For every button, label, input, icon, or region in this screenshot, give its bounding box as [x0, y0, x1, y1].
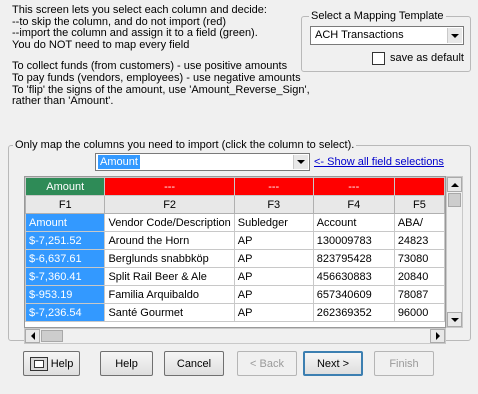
scroll-down-icon[interactable]	[447, 312, 462, 327]
table-cell[interactable]: $-6,637.61	[25, 249, 106, 268]
instruction-line: To pay funds (vendors, employees) - use …	[12, 71, 301, 84]
cancel-button-label: Cancel	[176, 357, 212, 370]
table-cell[interactable]: Santé Gourmet	[104, 303, 235, 322]
vertical-scrollbar[interactable]	[446, 176, 463, 328]
table-cell[interactable]: 20840	[393, 267, 445, 286]
table-row: $-7,236.54 Santé Gourmet AP 262369352 96000	[25, 303, 445, 322]
table-cell[interactable]: $-7,360.41	[25, 267, 106, 286]
save-as-default-label: save as default	[390, 52, 464, 64]
help-icon-button[interactable]: Help	[23, 351, 80, 376]
help-button-label: Help	[115, 357, 138, 370]
table-cell[interactable]: AP	[233, 249, 314, 268]
table-cell[interactable]: 823795428	[312, 249, 395, 268]
column-header[interactable]: F1	[25, 195, 106, 214]
chevron-down-icon[interactable]	[447, 28, 462, 43]
table-row: $-953.19 Familia Arquibaldo AP 657340609 780…	[25, 285, 445, 304]
table-cell[interactable]: Subledger	[233, 213, 314, 232]
instruction-line: rather than 'Amount'.	[12, 95, 114, 108]
table-row: Amount Vendor Code/Description Subledger Ac…	[25, 213, 445, 232]
table-cell[interactable]: Vendor Code/Description	[104, 213, 235, 232]
table-cell[interactable]: 657340609	[312, 285, 395, 304]
table-cell[interactable]: Amount	[25, 213, 106, 232]
help-icon-button-label: Help	[50, 357, 74, 370]
instruction-line: This screen lets you select each column …	[12, 4, 267, 16]
table-cell[interactable]: $-953.19	[25, 285, 106, 304]
cancel-button[interactable]: Cancel	[164, 351, 224, 376]
instruction-line: You do NOT need to map every field	[12, 38, 190, 51]
column-mapping-cell[interactable]: ---	[233, 177, 314, 196]
table-cell[interactable]: AP	[233, 303, 314, 322]
table-cell[interactable]: ABA/	[393, 213, 445, 232]
data-grid[interactable]: Amount --- --- --- F1 F2 F3 F4 F5 Amount Vendor Co…	[24, 176, 446, 328]
table-cell[interactable]: Familia Arquibaldo	[104, 285, 235, 304]
table-cell[interactable]: Berglunds snabbköp	[104, 249, 235, 268]
back-button-label: < Back	[250, 357, 284, 370]
column-header[interactable]: F3	[233, 195, 314, 214]
table-cell[interactable]: AP	[233, 231, 314, 250]
table-cell[interactable]: 456630883	[312, 267, 395, 286]
table-cell[interactable]: 78087	[393, 285, 445, 304]
table-cell[interactable]: AP	[233, 267, 314, 286]
field-select-value: Amount	[98, 155, 140, 169]
scroll-left-icon[interactable]	[25, 329, 40, 343]
table-cell[interactable]: $-7,251.52	[25, 231, 106, 250]
column-header-row: F1 F2 F3 F4 F5	[25, 195, 445, 214]
scroll-up-icon[interactable]	[447, 177, 462, 192]
field-select[interactable]: Amount	[95, 153, 310, 171]
table-cell[interactable]: Around the Horn	[104, 231, 235, 250]
table-cell[interactable]: Split Rail Beer & Ale	[104, 267, 235, 286]
help-button[interactable]: Help	[100, 351, 153, 376]
column-mapping-cell[interactable]: ---	[104, 177, 235, 196]
table-cell[interactable]: Account	[312, 213, 395, 232]
column-mapping-cell[interactable]: Amount	[25, 177, 106, 196]
vertical-scroll-thumb[interactable]	[448, 193, 461, 207]
horizontal-scrollbar[interactable]	[24, 328, 446, 344]
finish-button-label: Finish	[389, 357, 419, 370]
show-all-field-selections-link[interactable]: <- Show all field selections	[314, 156, 444, 168]
table-row: $-6,637.61 Berglunds snabbköp AP 823795428 7…	[25, 249, 445, 268]
table-cell[interactable]: 96000	[393, 303, 445, 322]
table-cell[interactable]: 262369352	[312, 303, 395, 322]
mapping-template-value: ACH Transactions	[315, 29, 404, 41]
table-row: $-7,251.52 Around the Horn AP 130009783 2482…	[25, 231, 445, 250]
instructions: This screen lets you select each column …	[12, 4, 310, 108]
mapping-template-select[interactable]: ACH Transactions	[310, 26, 464, 45]
table-cell[interactable]: $-7,236.54	[25, 303, 106, 322]
save-as-default-checkbox[interactable]	[372, 52, 385, 65]
finish-button[interactable]: Finish	[374, 351, 434, 376]
mapping-row: Amount --- --- ---	[25, 177, 445, 196]
scroll-right-icon[interactable]	[430, 329, 445, 343]
horizontal-scroll-thumb[interactable]	[41, 330, 63, 342]
back-button[interactable]: < Back	[237, 351, 297, 376]
table-cell[interactable]: AP	[233, 285, 314, 304]
table-cell[interactable]: 73080	[393, 249, 445, 268]
table-cell[interactable]: 130009783	[312, 231, 395, 250]
table-cell[interactable]: 24823	[393, 231, 445, 250]
next-button[interactable]: Next >	[303, 351, 363, 376]
chevron-down-icon[interactable]	[293, 155, 308, 169]
table-row: $-7,360.41 Split Rail Beer & Ale AP 4566308…	[25, 267, 445, 286]
column-header[interactable]: F5	[393, 195, 445, 214]
column-mapping-cell[interactable]	[393, 177, 445, 196]
next-button-label: Next >	[316, 357, 350, 370]
mapping-template-legend: Select a Mapping Template	[309, 10, 446, 22]
help-book-icon	[29, 356, 48, 371]
column-header[interactable]: F4	[312, 195, 395, 214]
column-mapping-cell[interactable]: ---	[312, 177, 395, 196]
mapping-template-group: Select a Mapping Template ACH Transactio…	[301, 10, 471, 72]
column-header[interactable]: F2	[104, 195, 235, 214]
column-mapping-legend: Only map the columns you need to import …	[13, 139, 357, 151]
